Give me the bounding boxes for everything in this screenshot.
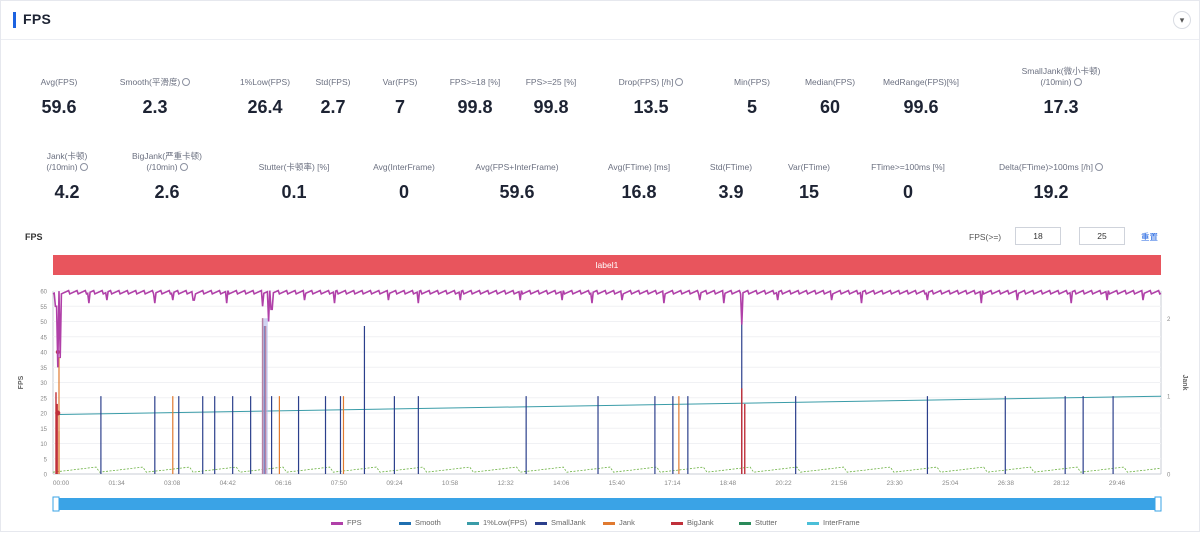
legend-swatch	[807, 521, 819, 525]
x-tick-label: 18:48	[720, 480, 737, 487]
legend-item[interactable]: InterFrame	[807, 518, 860, 527]
legend-label: SmallJank	[551, 518, 586, 527]
x-tick-label: 23:30	[887, 480, 904, 487]
legend-item[interactable]: Jank	[603, 518, 635, 527]
y-tick-label: 5	[44, 457, 48, 463]
y-tick-label: 50	[40, 320, 47, 326]
y-tick-label: 30	[40, 381, 47, 387]
y2-axis-title: Jank	[1181, 375, 1188, 391]
y-tick-label: 35	[40, 366, 47, 372]
low1-series-line	[58, 395, 1162, 416]
legend-swatch	[331, 521, 343, 525]
legend-label: FPS	[347, 518, 362, 527]
legend-swatch	[739, 521, 751, 525]
x-tick-label: 14:06	[553, 480, 570, 487]
x-tick-label: 00:00	[53, 480, 70, 487]
fps-panel: FPS ▾ Avg(FPS) 59.6 Smooth(平滑度) 2.3 1%Low(FP…	[0, 0, 1200, 532]
legend-item[interactable]: BigJank	[671, 518, 714, 527]
x-tick-label: 15:40	[609, 480, 626, 487]
legend-item[interactable]: Stutter	[739, 518, 777, 527]
y-tick-label: 25	[40, 396, 47, 402]
legend-item[interactable]: Smooth	[399, 518, 441, 527]
y2-tick-label: 1	[1167, 395, 1171, 401]
bigjank-band	[261, 318, 268, 474]
x-tick-label: 25:04	[942, 480, 959, 487]
legend-label: 1%Low(FPS)	[483, 518, 528, 527]
legend-item[interactable]: SmallJank	[535, 518, 586, 527]
legend-swatch	[671, 521, 683, 525]
y-tick-label: 60	[40, 290, 47, 296]
x-tick-label: 09:24	[386, 480, 403, 487]
x-tick-label: 04:42	[220, 480, 237, 487]
y-tick-label: 10	[40, 442, 47, 448]
x-tick-label: 07:50	[331, 480, 348, 487]
y-tick-label: 20	[40, 412, 47, 418]
y-tick-label: 15	[40, 427, 47, 433]
bigjank-marker	[55, 410, 61, 416]
x-tick-label: 28:12	[1053, 480, 1070, 487]
x-tick-label: 29:46	[1109, 480, 1126, 487]
y-tick-label: 40	[40, 351, 47, 357]
legend-label: Jank	[619, 518, 635, 527]
x-tick-label: 06:16	[275, 480, 292, 487]
legend-swatch	[467, 521, 479, 525]
range-slider-handle-right	[1154, 496, 1162, 512]
x-tick-label: 21:56	[831, 480, 848, 487]
x-tick-label: 26:38	[998, 480, 1015, 487]
legend-swatch	[535, 521, 547, 525]
x-tick-label: 17:14	[664, 480, 681, 487]
y2-tick-label: 2	[1167, 317, 1171, 323]
x-tick-label: 03:08	[164, 480, 181, 487]
legend-item[interactable]: 1%Low(FPS)	[467, 518, 527, 527]
y-tick-label: 55	[40, 305, 47, 311]
legend-label: Smooth	[415, 518, 441, 527]
stutter-series-line	[52, 466, 1160, 473]
x-tick-label: 10:58	[442, 480, 459, 487]
legend-swatch	[603, 521, 615, 525]
x-tick-label: 12:32	[497, 480, 514, 487]
range-slider-track	[53, 498, 1161, 510]
legend-label: InterFrame	[823, 518, 860, 527]
y2-tick-label: 0	[1167, 473, 1171, 479]
range-slider-handle-left	[52, 496, 60, 512]
legend-swatch	[399, 521, 411, 525]
fps-chart: 0 5 10 15 20 25 30 35 40 45 50 55 60 0 1 2 00:00 01:34 03:…	[18, 289, 1188, 512]
y-tick-label: 45	[40, 335, 47, 341]
chart-legend: FPS Smooth 1%Low(FPS) SmallJank Jank BigJank S…	[331, 518, 891, 530]
legend-label: Stutter	[755, 518, 778, 527]
x-tick-label: 20:22	[775, 480, 792, 487]
fps-series-line	[52, 289, 1162, 368]
x-tick-label: 01:34	[108, 480, 125, 487]
y-tick-label: 0	[44, 473, 48, 479]
legend-label: BigJank	[687, 518, 714, 527]
y-axis-title: FPS	[18, 375, 25, 389]
legend-item[interactable]: FPS	[331, 518, 362, 527]
